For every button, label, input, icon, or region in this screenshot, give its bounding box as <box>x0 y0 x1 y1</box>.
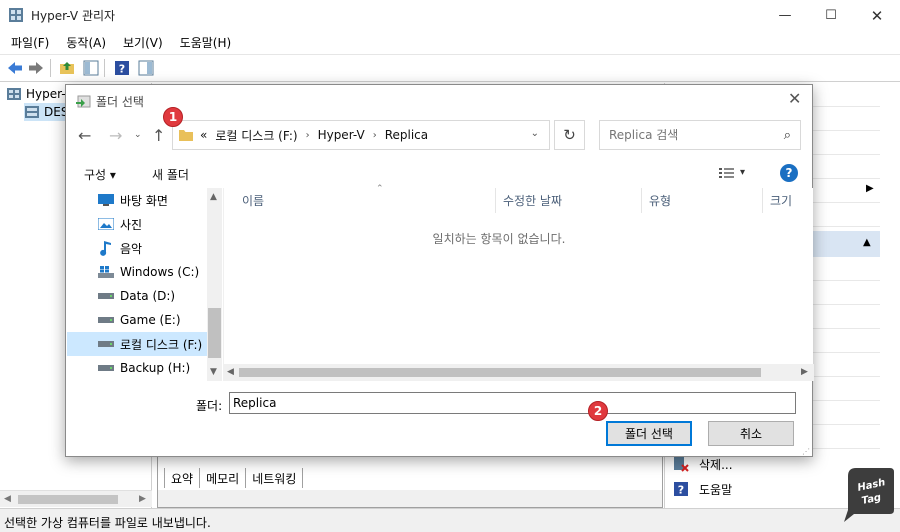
select-folder-button[interactable]: 폴더 선택 <box>606 421 692 446</box>
nav-item-game-e[interactable]: Game (E:) <box>67 308 207 332</box>
window-title: Hyper-V 관리자 <box>31 9 116 23</box>
file-list: 이름 ⌃ 수정한 날짜 유형 크기 일치하는 항목이 없습니다. ◀ ▶ <box>223 184 814 381</box>
empty-message: 일치하는 항목이 없습니다. <box>432 232 566 246</box>
folder-name-field[interactable] <box>229 392 796 414</box>
folder-select-dialog: 폴더 선택 ✕ ← → ⌄ ↑ « 로컬 디스크 (F:) › Hyper-V … <box>65 84 814 457</box>
drive-icon <box>98 337 114 351</box>
status-bar: 선택한 가상 컴퓨터를 파일로 내보냅니다. <box>0 508 900 532</box>
details-horizontal-scrollbar[interactable] <box>158 490 662 507</box>
forward-arrow-icon[interactable]: → <box>109 126 122 145</box>
minimize-button[interactable]: — <box>762 0 808 31</box>
nav-item-windows-c[interactable]: Windows (C:) <box>67 260 207 284</box>
view-dropdown-icon[interactable]: ▾ <box>740 167 745 178</box>
breadcrumb-overflow[interactable]: « <box>200 128 207 142</box>
toolbar: ? <box>0 54 900 82</box>
address-dropdown-icon[interactable]: ⌄ <box>531 128 539 139</box>
music-icon <box>98 241 114 256</box>
back-icon[interactable] <box>6 59 24 77</box>
windows-drive-icon <box>98 265 114 279</box>
nav-item-desktop[interactable]: 바탕 화면 <box>67 188 207 212</box>
tab-memory[interactable]: 메모리 <box>200 468 247 488</box>
breadcrumb-separator-icon: › <box>305 129 310 141</box>
nav-item-data-d[interactable]: Data (D:) <box>67 284 207 308</box>
menu-file[interactable]: 파일(F) <box>0 31 55 53</box>
forward-icon[interactable] <box>27 59 45 77</box>
collapse-icon[interactable]: ▲ <box>863 237 871 248</box>
svg-text:?: ? <box>678 484 684 497</box>
step-badge-1: 1 <box>163 107 183 127</box>
menu-view[interactable]: 보기(V) <box>112 31 169 53</box>
hashtag-logo: Hash Tag <box>842 466 896 522</box>
title-bar: Hyper-V 관리자 — ☐ ✕ <box>0 0 900 31</box>
address-bar[interactable]: « 로컬 디스크 (F:) › Hyper-V › Replica ⌄ <box>172 120 550 150</box>
vm-details-panel: 요약 메모리 네트워킹 <box>157 455 663 508</box>
column-header-modified[interactable]: 수정한 날짜 <box>497 188 642 213</box>
navigation-pane: 바탕 화면 사진 음악 Windows (C:) Data (D:) Game … <box>67 188 222 381</box>
maximize-button[interactable]: ☐ <box>808 0 854 31</box>
tab-summary[interactable]: 요약 <box>164 468 201 488</box>
show-hide-tree-icon[interactable] <box>82 59 100 77</box>
refresh-button[interactable]: ↻ <box>554 120 585 150</box>
nav-item-backup-h[interactable]: Backup (H:) <box>67 356 207 380</box>
help-toolbar-icon[interactable]: ? <box>113 59 131 77</box>
folder-label: 폴더: <box>196 399 223 413</box>
desktop-icon <box>98 193 114 207</box>
search-icon[interactable]: ⌕ <box>784 128 791 143</box>
menu-help[interactable]: 도움말(H) <box>169 31 238 53</box>
server-tree-icon <box>25 106 39 118</box>
resize-grip-icon[interactable]: ⋰ <box>802 447 810 456</box>
command-bar: 구성 ▾ 새 폴더 ▾ ? <box>66 158 812 188</box>
status-text: 선택한 가상 컴퓨터를 파일로 내보냅니다. <box>4 516 211 530</box>
tab-networking[interactable]: 네트워킹 <box>246 468 304 488</box>
column-header-size[interactable]: 크기 <box>764 188 814 213</box>
dialog-close-button[interactable]: ✕ <box>788 89 801 108</box>
step-badge-2: 2 <box>588 401 608 421</box>
hyper-v-app-icon <box>9 8 23 22</box>
drive-icon <box>98 313 114 327</box>
new-folder-button[interactable]: 새 폴더 <box>152 166 189 183</box>
pictures-icon <box>98 217 114 231</box>
nav-item-music[interactable]: 음악 <box>67 236 207 260</box>
help-action[interactable]: ? 도움말 <box>673 478 732 500</box>
file-list-horizontal-scrollbar[interactable]: ◀ ▶ <box>224 364 814 381</box>
tree-item-hyper-v[interactable]: Hyper-V <box>6 85 73 103</box>
actions-vertical-scrollbar[interactable] <box>880 83 900 508</box>
up-folder-icon[interactable] <box>58 59 76 77</box>
sort-ascending-icon: ⌃ <box>376 184 384 194</box>
dialog-help-icon[interactable]: ? <box>780 164 798 182</box>
breadcrumb-item-drive[interactable]: 로컬 디스크 (F:) <box>215 127 297 144</box>
breadcrumb-item-replica[interactable]: Replica <box>385 128 428 142</box>
close-button[interactable]: ✕ <box>854 0 900 31</box>
cancel-button[interactable]: 취소 <box>708 421 794 446</box>
address-folder-icon <box>179 130 193 141</box>
tree-horizontal-scrollbar[interactable]: ◀ ▶ <box>0 490 152 507</box>
drive-icon <box>98 289 114 303</box>
view-options-icon[interactable] <box>718 166 736 180</box>
breadcrumb-item-hyper-v[interactable]: Hyper-V <box>318 128 365 142</box>
hyper-v-tree-icon <box>7 88 21 100</box>
nav-item-local-disk-f[interactable]: 로컬 디스크 (F:) <box>67 332 207 356</box>
recent-locations-chevron-icon[interactable]: ⌄ <box>134 130 142 140</box>
menu-action[interactable]: 동작(A) <box>55 31 112 53</box>
column-header-name[interactable]: 이름 ⌃ <box>236 184 496 213</box>
search-box[interactable]: ⌕ <box>599 120 801 150</box>
delete-icon <box>673 456 689 472</box>
svg-text:?: ? <box>119 63 125 76</box>
help-icon: ? <box>673 481 689 497</box>
up-arrow-icon[interactable]: ↑ <box>152 126 165 145</box>
drive-icon <box>98 361 114 375</box>
dialog-folder-icon <box>76 95 91 108</box>
navigation-vertical-scrollbar[interactable]: ▲ ▼ <box>207 188 222 381</box>
back-arrow-icon[interactable]: ← <box>78 126 91 145</box>
breadcrumb-separator-icon: › <box>372 129 377 141</box>
menu-bar: 파일(F) 동작(A) 보기(V) 도움말(H) <box>0 31 900 53</box>
breadcrumb: « 로컬 디스크 (F:) › Hyper-V › Replica <box>200 127 436 144</box>
dialog-title: 폴더 선택 <box>96 95 144 109</box>
nav-item-pictures[interactable]: 사진 <box>67 212 207 236</box>
organize-button[interactable]: 구성 ▾ <box>84 166 116 183</box>
show-action-pane-icon[interactable] <box>137 59 155 77</box>
refresh-icon: ↻ <box>563 126 576 144</box>
search-input[interactable] <box>600 121 770 149</box>
column-header-type[interactable]: 유형 <box>643 188 763 213</box>
